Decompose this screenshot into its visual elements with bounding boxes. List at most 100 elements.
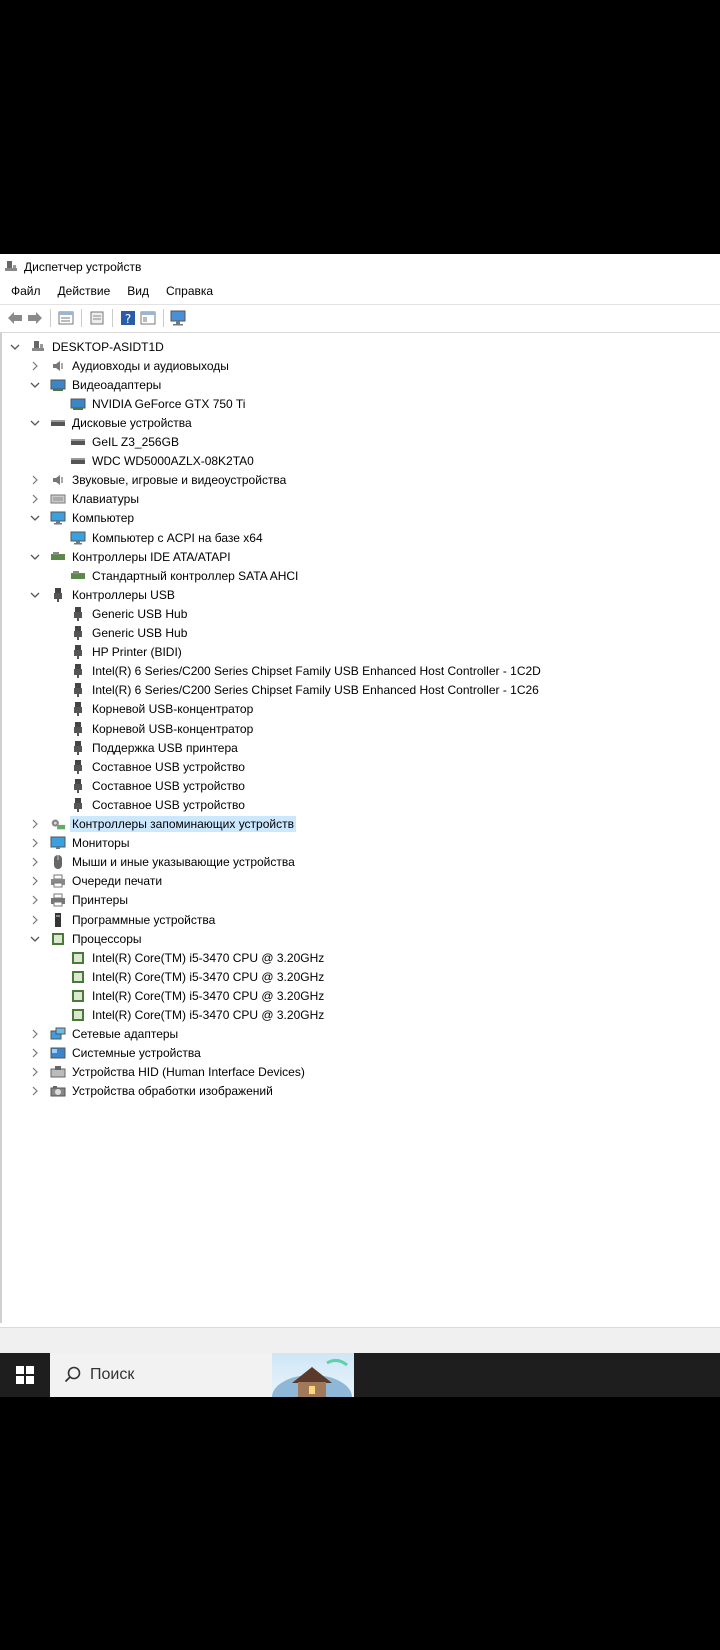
tree-item[interactable]: Системные устройства bbox=[30, 1044, 203, 1063]
tree-item[interactable]: Видеоадаптеры bbox=[30, 375, 163, 394]
forward-icon[interactable] bbox=[26, 309, 44, 327]
tree-item[interactable]: Generic USB Hub bbox=[50, 604, 189, 623]
tree-item[interactable]: Контроллеры IDE ATA/ATAPI bbox=[30, 547, 233, 566]
tree-item[interactable]: Сетевые адаптеры bbox=[30, 1025, 180, 1044]
tree-item-label: Видеоадаптеры bbox=[72, 377, 162, 392]
tree-item[interactable]: Составное USB устройство bbox=[50, 757, 247, 776]
tree-item-label: Стандартный контроллер SATA AHCI bbox=[92, 568, 299, 583]
tree-item[interactable]: Intel(R) Core(TM) i5-3470 CPU @ 3.20GHz bbox=[50, 986, 326, 1005]
tree-item[interactable]: Контроллеры USB bbox=[30, 585, 177, 604]
tree-item[interactable]: WDC WD5000AZLX-08K2TA0 bbox=[50, 452, 256, 471]
tree-item[interactable]: Процессоры bbox=[30, 929, 144, 948]
properties-icon[interactable] bbox=[57, 309, 75, 327]
tree-item[interactable]: Клавиатуры bbox=[30, 490, 141, 509]
taskbar-search-box[interactable]: Поиск bbox=[50, 1353, 272, 1397]
tree-item-label: Устройства обработки изображений bbox=[72, 1084, 273, 1099]
chevron-right-icon[interactable] bbox=[30, 356, 40, 375]
search-highlight-image[interactable] bbox=[272, 1353, 354, 1397]
start-button[interactable] bbox=[0, 1353, 50, 1397]
tree-item[interactable]: Аудиовходы и аудиовыходы bbox=[30, 356, 231, 375]
chevron-right-icon[interactable] bbox=[30, 1044, 40, 1063]
tree-item[interactable]: Поддержка USB принтера bbox=[50, 738, 240, 757]
computer-icon bbox=[50, 511, 66, 525]
tree-item[interactable]: HP Printer (BIDI) bbox=[50, 643, 184, 662]
tree-item[interactable]: Intel(R) Core(TM) i5-3470 CPU @ 3.20GHz bbox=[50, 967, 326, 986]
tree-item-label: Программные устройства bbox=[72, 912, 216, 927]
tree-item[interactable]: Мониторы bbox=[30, 834, 131, 853]
toolbar-separator bbox=[163, 309, 164, 327]
device-manager-window: Диспетчер устройств Файл Действие Вид Сп… bbox=[0, 254, 720, 1356]
tree-item[interactable]: Составное USB устройство bbox=[50, 795, 247, 814]
chevron-down-icon[interactable] bbox=[10, 337, 20, 356]
tree-item[interactable]: Принтеры bbox=[30, 891, 130, 910]
device-tree[interactable]: DESKTOP-ASIDT1D Аудиовходы и аудиовыходы В… bbox=[0, 332, 720, 1323]
help-icon[interactable]: ? bbox=[119, 309, 137, 327]
processor-icon bbox=[50, 932, 66, 946]
view-icon[interactable] bbox=[139, 309, 157, 327]
tree-item[interactable]: Контроллеры запоминающих устройств bbox=[30, 815, 296, 834]
chevron-right-icon[interactable] bbox=[30, 853, 40, 872]
chevron-right-icon[interactable] bbox=[30, 910, 40, 929]
chevron-down-icon[interactable] bbox=[30, 585, 40, 604]
chevron-right-icon[interactable] bbox=[30, 471, 40, 490]
mouse-icon bbox=[50, 855, 66, 870]
chevron-right-icon[interactable] bbox=[30, 1025, 40, 1044]
tree-item-label: Дисковые устройства bbox=[72, 415, 192, 430]
tree-item[interactable]: Очереди печати bbox=[30, 872, 164, 891]
tree-item[interactable]: Программные устройства bbox=[30, 910, 217, 929]
tree-item[interactable]: Компьютер с ACPI на базе x64 bbox=[50, 528, 265, 547]
chevron-right-icon[interactable] bbox=[30, 834, 40, 853]
tree-item[interactable]: Устройства HID (Human Interface Devices) bbox=[30, 1063, 307, 1082]
menu-file[interactable]: Файл bbox=[11, 284, 41, 298]
tree-item[interactable]: Generic USB Hub bbox=[50, 624, 189, 643]
tree-item[interactable]: Устройства обработки изображений bbox=[30, 1082, 275, 1101]
chevron-right-icon[interactable] bbox=[30, 815, 40, 834]
tree-item[interactable]: Корневой USB-концентратор bbox=[50, 719, 255, 738]
tree-item[interactable]: Дисковые устройства bbox=[30, 413, 194, 432]
chevron-right-icon[interactable] bbox=[30, 490, 40, 509]
usb-icon bbox=[70, 626, 86, 640]
tree-item[interactable]: NVIDIA GeForce GTX 750 Ti bbox=[50, 394, 247, 413]
tree-item[interactable]: Стандартный контроллер SATA AHCI bbox=[50, 566, 300, 585]
keyboard-icon bbox=[50, 492, 66, 506]
chevron-down-icon[interactable] bbox=[30, 509, 40, 528]
tree-item[interactable]: GeIL Z3_256GB bbox=[50, 433, 181, 452]
usb-icon bbox=[70, 797, 86, 812]
chevron-right-icon[interactable] bbox=[30, 1082, 40, 1101]
chevron-down-icon[interactable] bbox=[30, 413, 40, 432]
tree-item[interactable]: Intel(R) 6 Series/C200 Series Chipset Fa… bbox=[50, 681, 541, 700]
back-icon[interactable] bbox=[6, 309, 24, 327]
chevron-down-icon[interactable] bbox=[30, 547, 40, 566]
tree-item[interactable]: Мыши и иные указывающие устройства bbox=[30, 853, 297, 872]
chevron-right-icon[interactable] bbox=[30, 1063, 40, 1082]
tree-item-label: HP Printer (BIDI) bbox=[92, 645, 182, 660]
tree-item-label: Intel(R) 6 Series/C200 Series Chipset Fa… bbox=[92, 664, 541, 679]
usb-icon bbox=[70, 721, 86, 736]
search-icon bbox=[64, 1366, 82, 1384]
toolbar-separator bbox=[50, 309, 51, 327]
tree-item-label: Составное USB устройство bbox=[92, 778, 245, 793]
menu-action[interactable]: Действие bbox=[58, 284, 111, 298]
menu-view[interactable]: Вид bbox=[127, 284, 149, 298]
update-icon[interactable] bbox=[88, 309, 106, 327]
tree-item[interactable]: Корневой USB-концентратор bbox=[50, 700, 255, 719]
tree-item[interactable]: Intel(R) Core(TM) i5-3470 CPU @ 3.20GHz bbox=[50, 948, 326, 967]
tree-item[interactable]: Intel(R) 6 Series/C200 Series Chipset Fa… bbox=[50, 662, 543, 681]
chevron-down-icon[interactable] bbox=[30, 375, 40, 394]
monitor-scan-icon[interactable] bbox=[170, 309, 188, 327]
chevron-down-icon[interactable] bbox=[30, 929, 40, 948]
tree-item[interactable]: Составное USB устройство bbox=[50, 776, 247, 795]
chevron-right-icon[interactable] bbox=[30, 891, 40, 910]
computer-icon bbox=[70, 531, 86, 545]
tree-item[interactable]: Intel(R) Core(TM) i5-3470 CPU @ 3.20GHz bbox=[50, 1006, 326, 1025]
chevron-right-icon[interactable] bbox=[30, 872, 40, 891]
tree-item[interactable]: Компьютер bbox=[30, 509, 136, 528]
menu-help[interactable]: Справка bbox=[166, 284, 213, 298]
tree-item[interactable]: DESKTOP-ASIDT1D bbox=[10, 337, 166, 356]
tree-item[interactable]: Звуковые, игровые и видеоустройства bbox=[30, 471, 288, 490]
